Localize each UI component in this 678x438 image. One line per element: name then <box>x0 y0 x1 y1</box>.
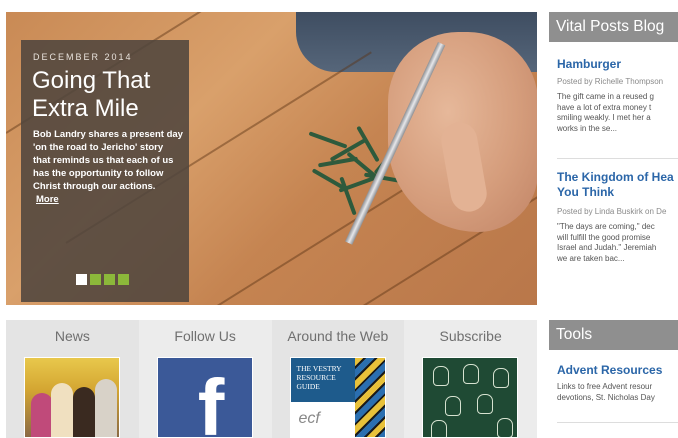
blog-post-title-line: You Think <box>557 185 615 199</box>
excerpt-line: works in the se... <box>557 123 618 133</box>
blog-post-title[interactable]: Hamburger <box>557 57 621 72</box>
blog-heading: Vital Posts Blog <box>549 12 678 42</box>
hero-date: DECEMBER 2014 <box>33 52 133 62</box>
excerpt-line: "The days are coming," dec <box>557 222 655 231</box>
excerpt-line: The gift came in a reused g <box>557 92 654 101</box>
slide-dot-1[interactable] <box>76 274 87 285</box>
news-thumbnail[interactable] <box>24 357 120 438</box>
hero-description: Bob Landry shares a present day 'on the … <box>33 128 183 206</box>
blog-post-list: Hamburger Posted by Richelle Thompson Th… <box>549 42 678 304</box>
excerpt-line: we are taken bac... <box>557 253 625 263</box>
tab-news-label: News <box>54 328 90 344</box>
hero-title-line-2: Extra Mile <box>32 95 139 122</box>
feature-tabs: News Follow Us f Around the Web THE VEST… <box>6 320 537 438</box>
vestry-guide-text: THE VESTRY RESOURCE GUIDE <box>296 364 342 391</box>
tab-follow-us[interactable]: Follow Us f <box>138 320 272 438</box>
tool-title[interactable]: Advent Resources <box>557 363 662 378</box>
blog-post-title[interactable]: The Kingdom of Hea You Think <box>557 170 674 200</box>
divider <box>557 422 678 423</box>
hero-slider[interactable]: DECEMBER 2014 Going That Extra Mile Bob … <box>6 12 537 305</box>
slide-indicators <box>76 274 129 285</box>
tab-subscribe-label: Subscribe <box>439 328 502 344</box>
excerpt-line: will fulfill the good promise <box>557 232 651 242</box>
tools-list: Advent Resources Links to free Advent re… <box>549 350 678 438</box>
subscribe-thumbnail[interactable] <box>422 357 519 438</box>
excerpt-line: Israel and Judah." Jeremiah <box>557 243 657 252</box>
blog-post-excerpt: The gift came in a reused g have a lot o… <box>557 92 654 134</box>
divider <box>557 158 678 159</box>
tool-excerpt: Links to free Advent resour devotions, S… <box>557 382 655 403</box>
tab-subscribe[interactable]: Subscribe <box>404 320 537 438</box>
facebook-icon: f <box>197 363 225 438</box>
tab-news[interactable]: News <box>6 320 139 438</box>
blog-post-meta: Posted by Linda Buskirk on De <box>557 207 667 216</box>
hero-title[interactable]: Going That Extra Mile <box>32 67 182 123</box>
facebook-thumbnail[interactable]: f <box>156 357 253 438</box>
excerpt-line: smiling weakly. I met her a <box>557 113 651 122</box>
excerpt-line: devotions, St. Nicholas Day <box>557 392 655 402</box>
stained-glass-image <box>354 358 385 437</box>
slide-dot-2[interactable] <box>90 274 101 285</box>
blog-post-excerpt: "The days are coming," dec will fulfill … <box>557 222 656 264</box>
hero-title-line-1: Going That <box>32 67 151 94</box>
tab-around-the-web-label: Around the Web <box>287 328 389 344</box>
hero-more-link[interactable]: More <box>36 194 59 205</box>
slide-dot-4[interactable] <box>118 274 129 285</box>
excerpt-line: Links to free Advent resour <box>557 382 653 391</box>
vestry-guide-thumbnail[interactable]: THE VESTRY RESOURCE GUIDE ecf <box>289 357 386 438</box>
tab-follow-us-label: Follow Us <box>174 328 236 344</box>
blog-post-title-line: The Kingdom of Hea <box>557 170 674 184</box>
hero-caption-panel: DECEMBER 2014 Going That Extra Mile Bob … <box>21 40 189 302</box>
tools-heading: Tools <box>549 320 678 350</box>
tab-around-the-web[interactable]: Around the Web THE VESTRY RESOURCE GUIDE… <box>271 320 405 438</box>
slide-dot-3[interactable] <box>104 274 115 285</box>
hero-description-text: Bob Landry shares a present day 'on the … <box>33 129 183 192</box>
excerpt-line: have a lot of extra money t <box>557 102 652 112</box>
ecf-logo: ecf <box>298 410 320 427</box>
blog-post-meta: Posted by Richelle Thompson <box>557 77 664 86</box>
